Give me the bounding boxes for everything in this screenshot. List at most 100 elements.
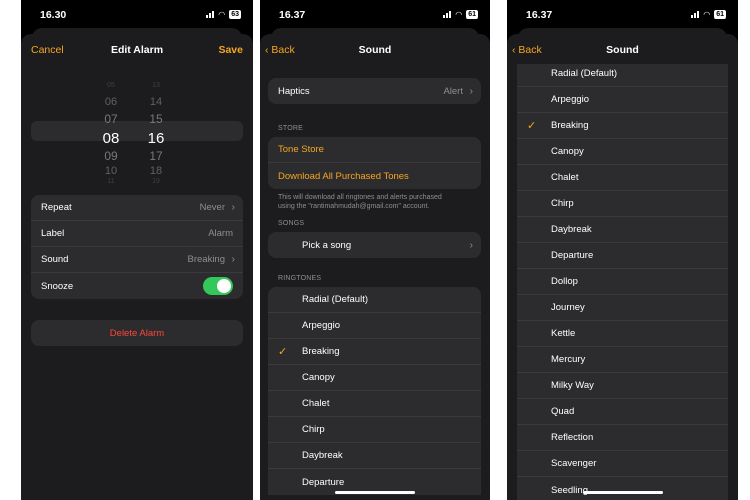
battery-icon: 63	[229, 10, 241, 19]
time-picker[interactable]: 05 13 06 14 07 15 08 16 09 17 10 18 11 19	[21, 80, 253, 185]
ringtone-item[interactable]: Departure	[517, 243, 728, 269]
ringtone-item[interactable]: Reflection	[517, 425, 728, 451]
ringtone-label: Milky Way	[551, 380, 594, 391]
wifi-icon: ◠	[703, 10, 711, 19]
ringtone-item[interactable]: Daybreak	[517, 217, 728, 243]
download-all-tones-link[interactable]: Download All Purchased Tones	[268, 163, 481, 189]
home-indicator	[335, 491, 415, 494]
setting-row-snooze[interactable]: Snooze	[31, 273, 243, 299]
ringtone-item[interactable]: Canopy	[268, 365, 481, 391]
setting-row-sound[interactable]: Sound Breaking ›	[31, 247, 243, 273]
snooze-toggle[interactable]	[203, 277, 233, 295]
ringtone-item[interactable]: Journey	[517, 295, 728, 321]
pick-song-row[interactable]: Pick a song ›	[268, 232, 481, 258]
picker-minute[interactable]: 16	[141, 130, 171, 147]
ringtone-label: Daybreak	[551, 224, 592, 235]
battery-icon: 61	[466, 10, 478, 19]
ringtone-label: Radial (Default)	[551, 68, 617, 79]
setting-row-repeat[interactable]: Repeat Never ›	[31, 195, 243, 221]
ringtone-label: Departure	[551, 250, 594, 261]
store-footer-account: using the "rantimahmudah@gmail.com" acco…	[278, 203, 430, 210]
tone-store-link[interactable]: Tone Store	[268, 137, 481, 163]
ringtone-label: Breaking	[302, 346, 340, 357]
ringtone-item[interactable]: Arpeggio	[517, 87, 728, 113]
ringtone-item[interactable]: Scavenger	[517, 451, 728, 477]
signal-icon	[206, 11, 215, 18]
ringtone-item[interactable]: Canopy	[517, 139, 728, 165]
ringtone-item[interactable]: Chirp	[517, 191, 728, 217]
ringtone-label: Radial (Default)	[302, 294, 368, 305]
picker-minute[interactable]: 13	[141, 82, 171, 89]
picker-hour[interactable]: 07	[96, 112, 126, 126]
picker-hour[interactable]: 10	[96, 165, 126, 177]
setting-value: Alarm	[208, 228, 233, 239]
ringtone-item[interactable]: Arpeggio	[268, 313, 481, 339]
picker-hour[interactable]: 09	[96, 149, 126, 163]
ringtone-label: Arpeggio	[302, 320, 341, 331]
store-group: Tone Store Download All Purchased Tones	[268, 137, 481, 189]
signal-icon	[691, 11, 700, 18]
ringtone-item[interactable]: Kettle	[517, 321, 728, 347]
checkmark-icon: ✓	[527, 120, 537, 132]
ringtone-label: Scavenger	[551, 458, 597, 469]
checkmark-icon: ✓	[278, 346, 288, 358]
ringtone-item[interactable]: Radial (Default)	[517, 61, 728, 87]
songs-header: SONGS	[278, 220, 305, 227]
setting-value: Breaking	[187, 254, 226, 265]
ringtone-label: Arpeggio	[551, 94, 590, 105]
ringtone-label: Daybreak	[302, 450, 343, 461]
ringtone-item[interactable]: Dollop	[517, 269, 728, 295]
ringtone-item[interactable]: Quad	[517, 399, 728, 425]
battery-icon: 61	[714, 10, 726, 19]
ringtone-label: Departure	[302, 476, 345, 488]
ringtone-label: Dollop	[551, 276, 578, 287]
status-time: 16.37	[526, 9, 553, 21]
setting-row-label[interactable]: Label Alarm	[31, 221, 243, 247]
picker-minute[interactable]: 18	[141, 165, 171, 177]
ringtone-item[interactable]: Seedling	[517, 477, 728, 500]
ringtone-item[interactable]: ✓ Breaking	[517, 113, 728, 139]
store-footer: This will download all ringtones and ale…	[278, 194, 442, 201]
delete-alarm-button[interactable]: Delete Alarm	[31, 320, 243, 346]
ringtone-label: Journey	[551, 302, 585, 313]
ringtone-item[interactable]: Milky Way	[517, 373, 728, 399]
status-time: 16.30	[40, 9, 67, 21]
chevron-right-icon: ›	[231, 254, 235, 265]
page-title: Sound	[358, 44, 392, 56]
edit-alarm-sheet: Cancel Edit Alarm Save 05 13 06 14 07 15 08 16 0…	[21, 34, 253, 500]
ringtone-label: Chirp	[302, 424, 325, 435]
picker-minute[interactable]: 14	[141, 96, 171, 108]
picker-minute[interactable]: 15	[141, 112, 171, 126]
picker-minute[interactable]: 17	[141, 149, 171, 163]
ringtone-item[interactable]: Daybreak	[268, 443, 481, 469]
phone-sound: 16.37 ◠ 61 ‹ Back Sound Haptics Alert › STO…	[260, 0, 490, 500]
ringtone-label: Canopy	[302, 372, 335, 383]
ringtones-header: RINGTONES	[278, 275, 322, 282]
alarm-settings: Repeat Never › Label Alarm Sound Breaking › Snoo…	[31, 195, 243, 299]
chevron-right-icon: ›	[231, 202, 235, 213]
picker-hour[interactable]: 08	[96, 130, 126, 147]
setting-label: Sound	[41, 254, 69, 265]
ringtone-item[interactable]: Chalet	[517, 165, 728, 191]
picker-minute[interactable]: 19	[141, 178, 171, 185]
picker-hour[interactable]: 06	[96, 96, 126, 108]
ringtone-label: Chalet	[551, 172, 579, 183]
page-title: Sound	[606, 44, 639, 56]
picker-hour[interactable]: 11	[96, 178, 126, 185]
ringtones-list: Radial (Default) Arpeggio ✓ Breaking Canopy C…	[268, 287, 481, 495]
picker-hour[interactable]: 05	[96, 82, 126, 89]
ringtone-item[interactable]: Mercury	[517, 347, 728, 373]
haptics-row[interactable]: Haptics Alert ›	[268, 78, 481, 104]
ringtone-item[interactable]: Chalet	[268, 391, 481, 417]
ringtones-list: Radial (Default) Arpeggio ✓ Breaking Canopy C…	[517, 61, 728, 500]
ringtone-item[interactable]: ✓ Breaking	[268, 339, 481, 365]
chevron-right-icon: ›	[469, 85, 473, 97]
chevron-right-icon: ›	[469, 239, 473, 251]
save-button[interactable]: Save	[218, 44, 243, 56]
ringtone-item[interactable]: Chirp	[268, 417, 481, 443]
ringtone-item[interactable]: Radial (Default)	[268, 287, 481, 313]
wifi-icon: ◠	[218, 10, 226, 19]
ringtone-label: Mercury	[551, 354, 586, 365]
songs-group: Pick a song ›	[268, 232, 481, 258]
toggle-knob	[217, 279, 231, 293]
